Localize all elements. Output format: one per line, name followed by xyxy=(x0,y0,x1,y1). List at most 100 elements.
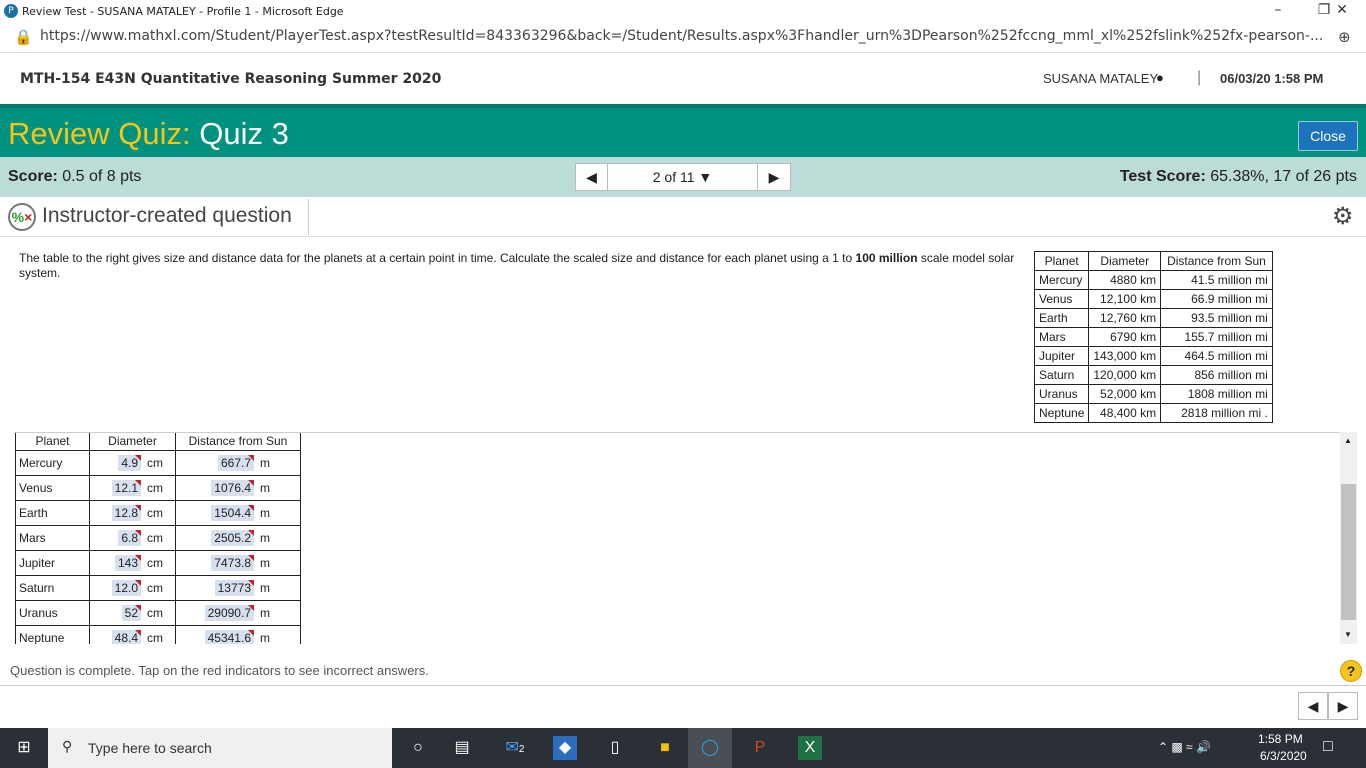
excel-icon[interactable]: X xyxy=(798,736,822,760)
table-cell: 41.5 million mi xyxy=(1160,270,1273,290)
unit: m xyxy=(260,630,270,645)
answer-header: Diameter xyxy=(89,433,176,450)
tray-icons[interactable]: ⌃ ▩ ≈ 🔊 xyxy=(1158,740,1211,754)
table-cell: Saturn xyxy=(1033,365,1090,385)
diameter-answer[interactable]: 143 xyxy=(114,554,142,571)
table-row: Saturn 120,000 km 856 million mi xyxy=(1033,365,1273,385)
cortana-icon[interactable]: ○ xyxy=(406,736,430,760)
table-cell: 48,400 km xyxy=(1088,403,1162,423)
datetime: 06/03/20 1:58 PM xyxy=(1220,71,1324,86)
table-row: Mars 6790 km 155.7 million mi xyxy=(1033,327,1273,347)
table-cell: Mercury xyxy=(1033,270,1090,290)
score-bar: Score: 0.5 of 8 pts ◀ 2 of 11 ▼ ▶ Test S… xyxy=(0,157,1366,197)
planet-name: Saturn xyxy=(15,574,90,601)
question-selector[interactable]: 2 of 11 ▼ xyxy=(607,163,758,191)
scroll-up-arrow[interactable]: ▲ xyxy=(1344,436,1352,445)
prev-question-button[interactable]: ◀ xyxy=(575,163,608,191)
close-window-button[interactable]: ✕ xyxy=(1322,2,1362,18)
edge-taskbar-button[interactable]: ◯ xyxy=(688,728,732,768)
file-icon[interactable]: ▯ xyxy=(603,736,627,760)
zoom-icon[interactable]: ⊕ xyxy=(1338,28,1351,46)
window-title: Review Test - SUSANA MATALEY - Profile 1… xyxy=(22,5,344,18)
unit: cm xyxy=(147,480,163,495)
diameter-answer[interactable]: 52 xyxy=(121,604,142,621)
table-cell: Venus xyxy=(1033,289,1090,309)
mail-icon[interactable]: ✉2 xyxy=(503,736,527,760)
distance-answer[interactable]: 667.7 xyxy=(217,454,255,471)
given-header: Distance from Sun xyxy=(1160,251,1273,271)
diameter-answer[interactable]: 12.8 xyxy=(111,504,142,521)
distance-answer[interactable]: 13773 xyxy=(214,579,255,596)
notification-icon[interactable]: □ xyxy=(1323,738,1333,756)
close-button[interactable]: Close xyxy=(1298,121,1358,151)
table-cell: 856 million mi xyxy=(1160,365,1273,385)
table-row: Neptune 48,400 km 2818 million mi . xyxy=(1033,403,1273,423)
unit: m xyxy=(260,530,270,545)
quiz-banner: Review Quiz: Quiz 3 Close xyxy=(0,104,1366,157)
question-header: %× Instructor-created question ⚙ xyxy=(0,197,1366,237)
table-cell: 464.5 million mi xyxy=(1160,346,1273,366)
answer-header: Distance from Sun xyxy=(175,433,301,450)
url-text[interactable]: https://www.mathxl.com/Student/PlayerTes… xyxy=(40,28,1323,44)
distance-answer[interactable]: 7473.8 xyxy=(211,554,254,571)
status-message: Question is complete. Tap on the red ind… xyxy=(10,663,429,678)
question-prompt: The table to the right gives size and di… xyxy=(19,251,1015,280)
scrollbar[interactable]: ▲ ▼ xyxy=(1340,432,1357,644)
table-cell: 155.7 million mi xyxy=(1160,327,1273,347)
scroll-down-arrow[interactable]: ▼ xyxy=(1344,630,1352,639)
table-cell: Jupiter xyxy=(1033,346,1090,366)
task-view-icon[interactable]: ▤ xyxy=(450,736,474,760)
table-row: Mars 6.8 cm 2505.2 m xyxy=(15,524,301,551)
next-page-button[interactable]: ▶ xyxy=(1328,692,1358,720)
diameter-answer[interactable]: 12.1 xyxy=(111,479,142,496)
table-cell: 143,000 km xyxy=(1088,346,1162,366)
table-cell: 2818 million mi . xyxy=(1160,403,1273,423)
unit: cm xyxy=(147,505,163,520)
table-cell: Uranus xyxy=(1033,384,1090,404)
diameter-answer[interactable]: 48.4 xyxy=(111,629,142,644)
taskbar-search[interactable]: ⚲ Type here to search xyxy=(48,728,392,768)
app-icon[interactable]: ◆ xyxy=(553,736,577,760)
table-row: Venus 12,100 km 66.9 million mi xyxy=(1033,289,1273,309)
gear-icon[interactable]: ⚙ xyxy=(1332,202,1354,231)
table-row: Venus 12.1 cm 1076.4 m xyxy=(15,474,301,501)
question-title: Instructor-created question xyxy=(42,204,292,227)
help-icon[interactable]: ? xyxy=(1340,660,1362,682)
diameter-answer[interactable]: 4.9 xyxy=(118,454,141,471)
given-header: Diameter xyxy=(1088,251,1162,271)
answer-scroll-area: Planet Diameter Distance from Sun Mercury … xyxy=(15,432,1356,644)
windows-start-icon[interactable]: ⊞ xyxy=(12,736,36,760)
minimize-button[interactable]: – xyxy=(1258,2,1298,18)
table-row: Neptune 48.4 cm 45341.6 m xyxy=(15,624,301,645)
distance-answer[interactable]: 45341.6 xyxy=(204,629,255,644)
answer-header: Planet xyxy=(15,433,90,450)
divider: | xyxy=(1197,69,1202,86)
clock-time[interactable]: 1:58 PM xyxy=(1258,732,1303,746)
powerpoint-icon[interactable]: P xyxy=(748,736,772,760)
course-header: MTH-154 E43N Quantitative Reasoning Summ… xyxy=(0,53,1366,104)
next-question-button[interactable]: ▶ xyxy=(757,163,791,191)
distance-answer[interactable]: 1504.4 xyxy=(211,504,254,521)
unit: cm xyxy=(147,605,163,620)
file-explorer-icon[interactable]: ■ xyxy=(653,736,677,760)
prev-page-button[interactable]: ◀ xyxy=(1298,692,1328,720)
diameter-answer[interactable]: 12.0 xyxy=(111,579,142,596)
scrollbar-thumb[interactable] xyxy=(1341,484,1356,620)
table-row: Uranus 52,000 km 1808 million mi xyxy=(1033,384,1273,404)
address-bar[interactable]: 🔒 https://www.mathxl.com/Student/PlayerT… xyxy=(0,23,1366,53)
distance-answer[interactable]: 29090.7 xyxy=(204,604,255,621)
profile-icon[interactable]: P xyxy=(4,4,18,18)
course-name: MTH-154 E43N Quantitative Reasoning Summ… xyxy=(20,71,442,87)
table-row: Mercury 4.9 cm 667.7 m xyxy=(15,449,301,476)
distance-answer[interactable]: 2505.2 xyxy=(211,529,254,546)
planet-name: Jupiter xyxy=(15,549,90,576)
lock-icon: 🔒 xyxy=(14,28,33,46)
distance-answer[interactable]: 1076.4 xyxy=(211,479,254,496)
planet-name: Uranus xyxy=(15,599,90,626)
table-row: Mercury 4880 km 41.5 million mi xyxy=(1033,270,1273,290)
table-cell: 120,000 km xyxy=(1088,365,1162,385)
diameter-answer[interactable]: 6.8 xyxy=(118,529,141,546)
unit: cm xyxy=(147,630,163,645)
table-row: Earth 12,760 km 93.5 million mi xyxy=(1033,308,1273,328)
clock-date[interactable]: 6/3/2020 xyxy=(1260,749,1307,763)
